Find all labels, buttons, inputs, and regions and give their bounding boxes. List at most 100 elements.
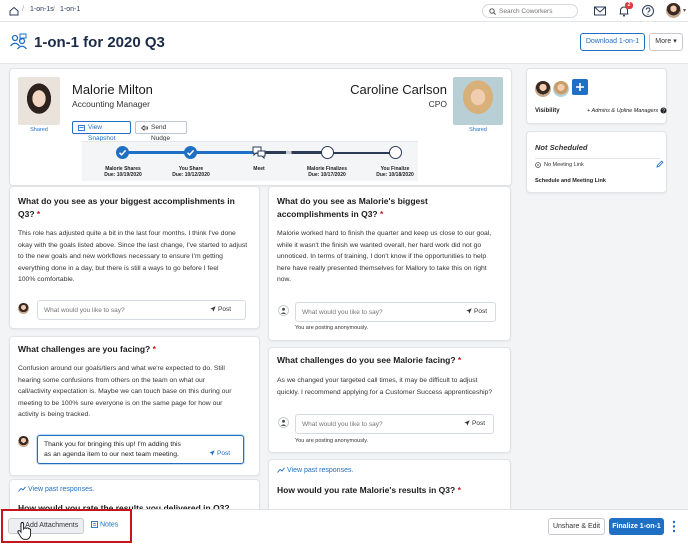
step-connector: [259, 151, 327, 154]
step-due-date: Due: 10/12/2020: [172, 172, 210, 178]
unshare-edit-button[interactable]: Unshare & Edit: [548, 518, 605, 535]
view-past-responses-link[interactable]: View past responses.: [18, 486, 94, 493]
question-title-text: What challenges do you see Malorie facin…: [277, 355, 456, 365]
question-title: What do you see as Malorie's biggest acc…: [277, 195, 505, 221]
view-past-label: View past responses.: [28, 486, 95, 493]
post-label: Post: [218, 306, 232, 313]
post-button[interactable]: Post: [209, 450, 230, 457]
question-title: What challenges do you see Malorie facin…: [277, 354, 461, 367]
add-participant-button[interactable]: [572, 79, 588, 95]
vertical-dots-icon[interactable]: [672, 520, 676, 533]
step-label: You Finalize Due: 10/18/2020: [365, 166, 425, 178]
participant-photo-malorie: [18, 77, 60, 125]
more-button[interactable]: More ▾: [649, 33, 683, 51]
help-icon[interactable]: ?: [660, 107, 667, 114]
help-icon[interactable]: [641, 4, 655, 18]
user-avatar[interactable]: [666, 3, 681, 18]
post-button[interactable]: Post: [464, 420, 485, 427]
comment-box-active[interactable]: Thank you for bringing this up! I'm addi…: [37, 435, 244, 464]
participant-name-right: Caroline Carlson: [350, 82, 447, 97]
svg-text:?: ?: [662, 109, 665, 114]
view-past-responses-link[interactable]: View past responses.: [277, 467, 353, 474]
meet-chat-icon: [252, 146, 266, 160]
required-marker: *: [457, 355, 462, 365]
search-coworkers-box[interactable]: [482, 4, 578, 18]
anonymous-avatar-icon: [278, 417, 289, 428]
comment-input[interactable]: [44, 305, 184, 316]
visibility-value[interactable]: + Admins & Upline Managers: [587, 108, 658, 114]
step-connector: [327, 152, 395, 154]
chevron-down-icon[interactable]: ▾: [683, 7, 686, 14]
edit-icon[interactable]: [656, 160, 664, 168]
finalize-button[interactable]: Finalize 1-on-1: [609, 518, 664, 535]
one-on-one-icon: [9, 33, 28, 50]
comment-box[interactable]: Post: [295, 414, 494, 434]
no-meeting-link-text: No Meeting Link: [544, 162, 584, 168]
send-nudge-button[interactable]: Send Nudge: [135, 121, 187, 142]
comment-input[interactable]: [302, 307, 442, 318]
view-past-label: View past responses.: [287, 467, 354, 474]
download-button[interactable]: Download 1-on-1: [580, 33, 645, 51]
participants-visibility-card: Visibility + Admins & Upline Managers ?: [526, 68, 667, 124]
step-name: Meet: [253, 166, 265, 172]
chart-line-icon: [18, 486, 26, 492]
answer-line: now.: [277, 276, 291, 283]
participant-avatar: [535, 81, 551, 97]
home-icon[interactable]: [8, 5, 20, 17]
answer-line: while it wasn't the finish we wanted ove…: [277, 241, 482, 249]
comment-line: Thank you for bringing this up! I'm addi…: [44, 441, 181, 448]
comment-box[interactable]: Post: [295, 302, 496, 322]
snapshot-icon: [78, 125, 85, 131]
answer-line: call/activity expectation is. Maybe we c…: [18, 388, 232, 395]
comment-input[interactable]: [302, 419, 442, 430]
step-due-date: Due: 10/18/2020: [376, 172, 414, 178]
send-icon: [209, 450, 215, 456]
participant-role-left: Accounting Manager: [72, 99, 150, 109]
send-icon: [210, 306, 216, 312]
answer-line: 100% comfortable.: [18, 276, 75, 283]
answer-text: As we changed your targeted call times, …: [277, 375, 509, 398]
commenter-avatar: [18, 303, 29, 314]
comment-draft-text[interactable]: Thank you for bringing this up! I'm addi…: [44, 440, 181, 460]
chart-line-icon: [277, 467, 285, 473]
question-title-line: accomplishments in Q3?: [277, 209, 378, 219]
not-scheduled-title: Not Scheduled: [535, 143, 588, 152]
search-input[interactable]: [499, 6, 575, 17]
step-check-icon: [116, 146, 129, 159]
answer-line: everything done in a day, but there is s…: [18, 264, 219, 272]
question-card-accomplishments: What do you see as your biggest accompli…: [9, 186, 260, 329]
question-title-text: What challenges are you facing?: [18, 344, 151, 354]
answer-line: Confusion around our goals/tiers and wha…: [18, 365, 225, 372]
answer-line: here have really presented themselves fo…: [277, 264, 487, 272]
post-button[interactable]: Post: [210, 306, 231, 313]
search-icon: [489, 8, 496, 15]
required-marker: *: [457, 485, 461, 495]
post-label: Post: [474, 308, 488, 315]
participant-photo-caroline: [453, 77, 503, 125]
step-check-icon: [184, 146, 197, 159]
participant-name-left: Malorie Milton: [72, 82, 153, 97]
answer-line: This role has adjusted quite a bit in th…: [18, 230, 236, 237]
answer-line: to the new goals and new workflows neces…: [18, 253, 223, 260]
step-pending-icon: [321, 146, 334, 159]
post-button[interactable]: Post: [466, 308, 487, 315]
answer-line: hearing some confusions from others on t…: [18, 376, 206, 384]
shared-status-left: Shared: [30, 127, 48, 133]
step-connector: [123, 151, 191, 154]
schedule-link-label[interactable]: Schedule and Meeting Link: [535, 178, 606, 184]
commenter-avatar: [18, 436, 29, 447]
question-title: How would you rate Malorie's results in …: [277, 484, 461, 497]
breadcrumb-item-1on1s[interactable]: 1-on-1s: [30, 6, 54, 13]
comment-box[interactable]: Post: [37, 300, 246, 320]
chevron-down-icon: ▾: [673, 38, 677, 45]
anonymous-avatar-icon: [278, 305, 289, 316]
mail-icon[interactable]: [593, 4, 607, 18]
question-card-malorie-challenges: What challenges do you see Malorie facin…: [268, 347, 511, 453]
send-icon: [464, 420, 470, 426]
question-card-challenges: What challenges are you facing? * Confus…: [9, 336, 260, 476]
breadcrumb-separator: /: [22, 6, 24, 13]
view-snapshot-button[interactable]: View Snapshot: [72, 121, 131, 142]
comment-line: as an agenda item to our next team meeti…: [44, 451, 179, 458]
progress-stepper: Malorie Shares Due: 10/19/2020 You Share…: [82, 141, 418, 181]
nudge-icon: [141, 125, 148, 131]
